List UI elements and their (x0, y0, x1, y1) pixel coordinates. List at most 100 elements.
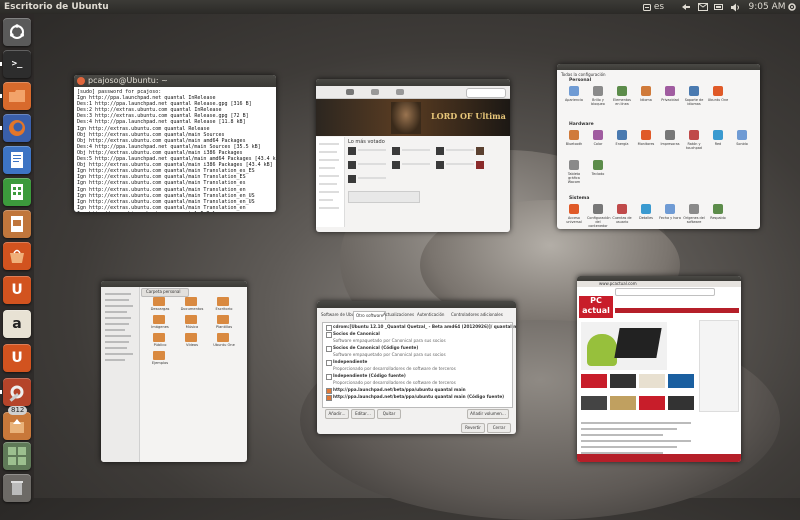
tab-3[interactable]: Actualizaciones (381, 311, 416, 319)
settings-item-label[interactable]: Tableta gráfica Wacom (563, 172, 585, 184)
browser-tabbar[interactable]: www.pcactual.com (577, 281, 741, 287)
settings-item-icon[interactable] (689, 86, 699, 96)
folder-icon[interactable] (217, 333, 229, 342)
departments-list[interactable] (316, 137, 345, 227)
settings-item-icon[interactable] (617, 204, 627, 214)
settings-item-icon[interactable] (569, 204, 579, 214)
search-input[interactable] (466, 88, 506, 98)
keyboard-layout[interactable]: es (653, 0, 665, 14)
source-checkbox[interactable] (326, 325, 332, 331)
settings-item-icon[interactable] (713, 86, 723, 96)
button-6[interactable]: Cerrar (487, 423, 511, 433)
settings-item-icon[interactable] (641, 130, 651, 140)
settings-item-icon[interactable] (737, 130, 747, 140)
folder-icon[interactable] (153, 315, 165, 324)
volume-icon[interactable] (729, 0, 741, 14)
source-checkbox[interactable] (326, 332, 332, 338)
button-2[interactable]: Editar… (351, 409, 375, 419)
settings-item-icon[interactable] (713, 130, 723, 140)
ubuntu-one-icon[interactable]: U (3, 276, 31, 304)
impress-icon[interactable] (3, 210, 31, 238)
settings-item-label[interactable]: Brillo y bloqueo (587, 98, 609, 106)
article-thumbnail[interactable] (668, 374, 694, 388)
settings-item-icon[interactable] (593, 204, 603, 214)
source-checkbox[interactable] (326, 374, 332, 380)
folder-icon[interactable] (153, 351, 165, 360)
source-checkbox[interactable] (326, 360, 332, 366)
folder-icon[interactable] (3, 82, 31, 110)
settings-item-label[interactable]: Sonido (731, 142, 753, 146)
folder-icon[interactable] (185, 315, 197, 324)
folder-icon[interactable] (153, 333, 165, 342)
settings-item-label[interactable]: Impresoras (659, 142, 681, 146)
featured-banner[interactable]: LORD OF Ultima (316, 99, 510, 136)
tab-4[interactable]: Autenticación (415, 311, 446, 319)
amazon-icon[interactable]: a (3, 310, 31, 338)
address-bar[interactable] (615, 288, 715, 296)
settings-item-icon[interactable] (569, 86, 579, 96)
settings-item-icon[interactable] (617, 130, 627, 140)
article-thumbnail[interactable] (581, 396, 607, 410)
terminal-titlebar[interactable]: pcajoso@Ubuntu: ~ (74, 75, 276, 87)
folder-icon[interactable] (185, 333, 197, 342)
mail-icon[interactable] (697, 0, 709, 14)
network-icon[interactable] (680, 0, 692, 14)
settings-item-label[interactable]: Detalles (635, 216, 657, 220)
installed-icon[interactable] (371, 89, 379, 95)
session-gear-icon[interactable] (786, 0, 798, 14)
settings-item-icon[interactable] (641, 86, 651, 96)
settings-item-label[interactable]: Energía (611, 142, 633, 146)
ad-sidebar[interactable] (699, 320, 739, 412)
recommendations-bar[interactable] (348, 191, 420, 203)
tab-5[interactable]: Controladores adicionales (449, 311, 505, 319)
battery-icon[interactable] (713, 0, 725, 14)
button-5[interactable]: Revertir (461, 423, 485, 433)
file-manager-window[interactable]: Carpeta personal Descargas Documentos Escr… (101, 281, 247, 462)
settings-item-icon[interactable] (665, 86, 675, 96)
settings-item-icon[interactable] (569, 160, 579, 170)
firefox-icon[interactable] (3, 114, 31, 142)
settings-item-label[interactable]: Cuentas de usuario (611, 216, 633, 224)
ubuntu-logo-icon[interactable] (3, 18, 31, 46)
update-icon[interactable] (3, 412, 31, 440)
workspaces-icon[interactable] (3, 442, 31, 470)
software-sources-window[interactable]: Software de Ubuntu Otro software Actualiza… (317, 301, 516, 434)
settings-item-label[interactable]: Acceso universal (563, 216, 585, 224)
settings-item-label[interactable]: Color (587, 142, 609, 146)
article-thumbnail[interactable] (639, 374, 665, 388)
settings-item-label[interactable]: Teclado (587, 172, 609, 176)
source-checkbox[interactable] (326, 388, 332, 394)
settings-item-label[interactable]: Configuración del contenedor (587, 216, 611, 228)
close-icon[interactable] (77, 77, 85, 85)
settings-item-label[interactable]: Ubuntu One (707, 98, 729, 102)
article-thumbnail[interactable] (581, 374, 607, 388)
folder-icon[interactable] (185, 297, 197, 306)
software-center-icon[interactable] (3, 242, 31, 270)
settings-item-icon[interactable] (665, 130, 675, 140)
keyboard-icon[interactable] (642, 0, 652, 14)
settings-item-icon[interactable] (593, 130, 603, 140)
settings-item-label[interactable]: Privacidad (659, 98, 681, 102)
settings-item-icon[interactable] (617, 86, 627, 96)
settings-item-icon[interactable] (689, 130, 699, 140)
terminal-window[interactable]: pcajoso@Ubuntu: ~ [sudo] password for pc… (74, 75, 276, 212)
settings-item-label[interactable]: Soporte de idiomas (683, 98, 705, 106)
source-checkbox[interactable] (326, 395, 332, 401)
folder-icon[interactable] (217, 297, 229, 306)
button-1[interactable]: Añadir… (325, 409, 349, 419)
settings-item-label[interactable]: Idioma (635, 98, 657, 102)
article-thumbnail[interactable] (668, 396, 694, 410)
site-nav-bar[interactable] (615, 308, 739, 313)
clock[interactable]: 9:05 AM (748, 0, 786, 14)
folder-icon[interactable] (217, 315, 229, 324)
settings-item-label[interactable]: Fecha y hora (659, 216, 681, 220)
settings-item-label[interactable]: Apariencia (563, 98, 585, 102)
article-thumbnail[interactable] (610, 374, 636, 388)
pcactual-logo[interactable]: PC actual (579, 296, 613, 318)
settings-item-label[interactable]: Red (707, 142, 729, 146)
settings-item-icon[interactable] (689, 204, 699, 214)
history-icon[interactable] (396, 89, 404, 95)
terminal-icon[interactable]: >_ (3, 50, 31, 78)
ubuntu-one-music-icon[interactable]: U (3, 344, 31, 372)
settings-item-label[interactable]: Monitores (635, 142, 657, 146)
